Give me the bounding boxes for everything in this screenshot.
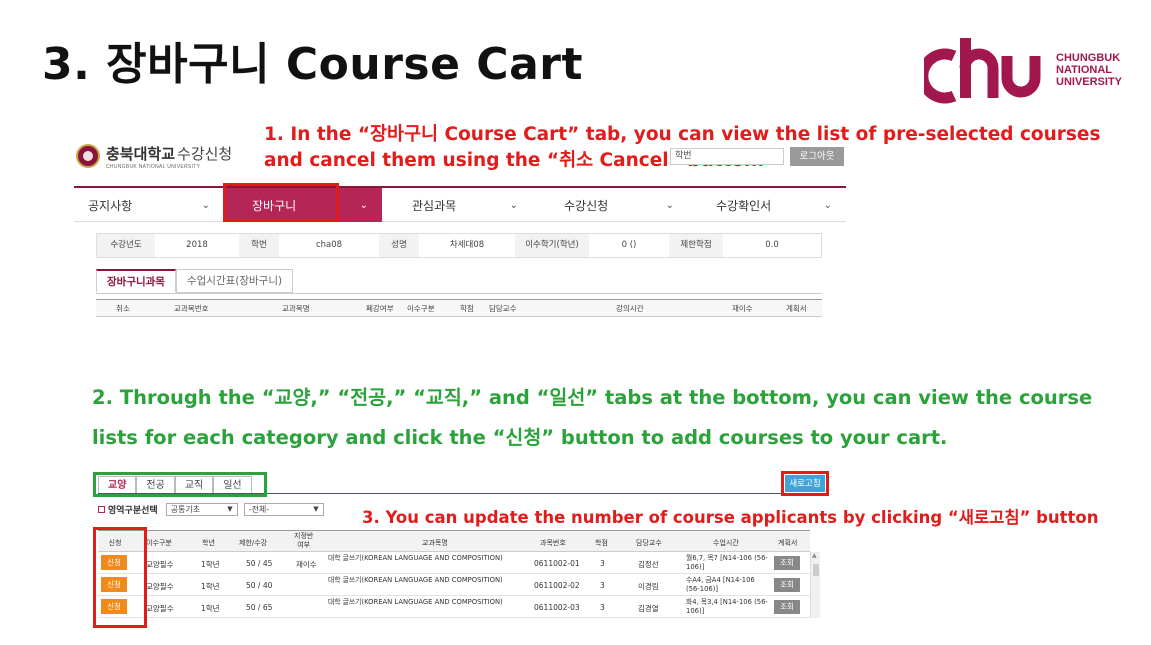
tab-major[interactable]: 전공 bbox=[136, 476, 175, 494]
scroll-up-icon[interactable]: ▲ bbox=[812, 552, 817, 559]
column-header: 취소 bbox=[116, 304, 130, 313]
tab-cart-timetable[interactable]: 수업시간표(장바구니) bbox=[175, 269, 294, 293]
area-filter: 영역구분선택 공통기초 ▼ -전체- ▼ bbox=[98, 503, 330, 516]
divider bbox=[96, 293, 822, 294]
column-header: 제한/수강 bbox=[239, 539, 268, 547]
column-header: 과목번호 bbox=[540, 539, 566, 547]
slide-title: 3. 장바구니 Course Cart bbox=[42, 39, 583, 90]
column-header: 강의시간 bbox=[616, 304, 644, 313]
nav-item-notice[interactable]: 공지사항 ⌄ bbox=[74, 188, 224, 222]
scrollbar-thumb[interactable] bbox=[813, 564, 819, 576]
nav-item-confirmation[interactable]: 수강확인서 ⌄ bbox=[690, 188, 846, 222]
view-plan-button[interactable]: 조회 bbox=[774, 556, 800, 570]
university-seal-icon bbox=[76, 144, 100, 168]
student-id-field[interactable]: 학번 bbox=[670, 148, 784, 165]
column-header: 담당교수 bbox=[636, 539, 662, 547]
student-info-table: 수강년도 2018 학번 cha08 성명 차세대08 이수학기(학년) 0 (… bbox=[96, 233, 822, 258]
callout-refresh: 3. You can update the number of course a… bbox=[362, 508, 1099, 527]
divider bbox=[98, 493, 828, 494]
apply-button[interactable]: 신청 bbox=[101, 577, 127, 592]
table-scrollbar[interactable]: ▲ bbox=[810, 552, 820, 618]
tab-general-elective[interactable]: 일선 bbox=[213, 476, 252, 494]
apply-button[interactable]: 신청 bbox=[101, 555, 127, 570]
column-header: 교과목명 bbox=[282, 304, 310, 313]
tab-cart-courses[interactable]: 장바구니과목 bbox=[96, 269, 176, 293]
column-header: 교과목명 bbox=[422, 539, 448, 547]
column-header: 학점 bbox=[595, 539, 608, 547]
callout-categories-line2: lists for each category and click the “신… bbox=[92, 426, 948, 449]
dropdown-arrow-icon: ▼ bbox=[227, 505, 233, 513]
view-plan-button[interactable]: 조회 bbox=[774, 600, 800, 614]
chevron-down-icon: ⌄ bbox=[823, 199, 832, 211]
column-header: 학점 bbox=[460, 304, 474, 313]
table-row: 신청 교양필수 1학년 50 / 40 대학 글쓰기(KOREAN LANGUA… bbox=[98, 574, 810, 596]
chevron-down-icon: ⌄ bbox=[359, 199, 368, 211]
chevron-down-icon: ⌄ bbox=[509, 199, 518, 211]
brand-name: 충북대학교 bbox=[106, 144, 176, 163]
column-header: 신청 bbox=[108, 539, 122, 547]
callout-categories-line1: 2. Through the “교양,” “전공,” “교직,” and “일선… bbox=[92, 386, 1093, 409]
area-filter-label: 영역구분선택 bbox=[108, 506, 158, 516]
cbnu-logo-text: CHUNGBUK NATIONAL UNIVERSITY bbox=[1056, 52, 1123, 88]
dropdown-arrow-icon: ▼ bbox=[313, 505, 319, 513]
table-row: 신청 교양필수 1학년 50 / 45 재이수 대학 글쓰기(KOREAN LA… bbox=[98, 552, 810, 574]
cart-sub-tabs: 장바구니과목 수업시간표(장바구니) bbox=[96, 269, 294, 293]
tab-liberal-arts[interactable]: 교양 bbox=[98, 476, 137, 494]
column-header: 교과목번호 bbox=[174, 304, 209, 313]
course-table-header: 신청 이수구분 학년 제한/수강 지정반 여부 교과목명 과목번호 학점 담당교수… bbox=[98, 530, 810, 552]
column-header: 재이수 bbox=[732, 304, 753, 313]
view-plan-button[interactable]: 조회 bbox=[774, 578, 800, 592]
brand-service: 수강신청 bbox=[177, 144, 233, 163]
nav-item-cart[interactable]: 장바구니 ⌄ bbox=[226, 188, 382, 222]
main-nav: 공지사항 ⌄ 장바구니 ⌄ 관심과목 ⌄ 수강신청 ⌄ 수강확인서 ⌄ bbox=[74, 186, 846, 222]
column-header: 지정반 여부 bbox=[294, 532, 314, 549]
tab-teaching[interactable]: 교직 bbox=[174, 476, 214, 494]
brand-subtitle: CHUNGBUK NATIONAL UNIVERSITY bbox=[106, 163, 201, 170]
column-header: 담당교수 bbox=[489, 304, 517, 313]
university-brand[interactable]: 충북대학교 수강신청 CHUNGBUK NATIONAL UNIVERSITY bbox=[76, 140, 232, 172]
column-header: 계획서 bbox=[786, 304, 807, 313]
nav-item-interest[interactable]: 관심과목 ⌄ bbox=[382, 188, 532, 222]
nav-item-registration[interactable]: 수강신청 ⌄ bbox=[534, 188, 688, 222]
table-row: 신청 교양필수 1학년 50 / 65 대학 글쓰기(KOREAN LANGUA… bbox=[98, 596, 810, 618]
column-header: 폐강여부 bbox=[366, 304, 394, 313]
column-header: 계획서 bbox=[778, 539, 798, 547]
column-header: 수업시간 bbox=[713, 539, 739, 547]
refresh-button[interactable]: 새로고침 bbox=[785, 475, 825, 492]
apply-button[interactable]: 신청 bbox=[101, 599, 127, 614]
column-header: 이수구분 bbox=[407, 304, 435, 313]
column-header: 학년 bbox=[202, 539, 215, 547]
cart-table-header: 취소 교과목번호 교과목명 폐강여부 이수구분 학점 담당교수 강의시간 재이수… bbox=[96, 299, 822, 317]
area-select-category[interactable]: 공통기초 ▼ bbox=[165, 503, 238, 516]
column-header: 이수구분 bbox=[146, 539, 172, 547]
bullet-square-icon bbox=[98, 506, 105, 513]
category-tabs: 교양 전공 교직 일선 bbox=[98, 476, 252, 494]
area-select-subcategory[interactable]: -전체- ▼ bbox=[243, 503, 324, 516]
logout-button[interactable]: 로그아웃 bbox=[790, 147, 844, 166]
cbnu-logo-mark-icon bbox=[924, 38, 1041, 104]
cbnu-logo: CHUNGBUK NATIONAL UNIVERSITY bbox=[924, 34, 1134, 104]
chevron-down-icon: ⌄ bbox=[665, 199, 674, 211]
chevron-down-icon: ⌄ bbox=[201, 199, 210, 211]
